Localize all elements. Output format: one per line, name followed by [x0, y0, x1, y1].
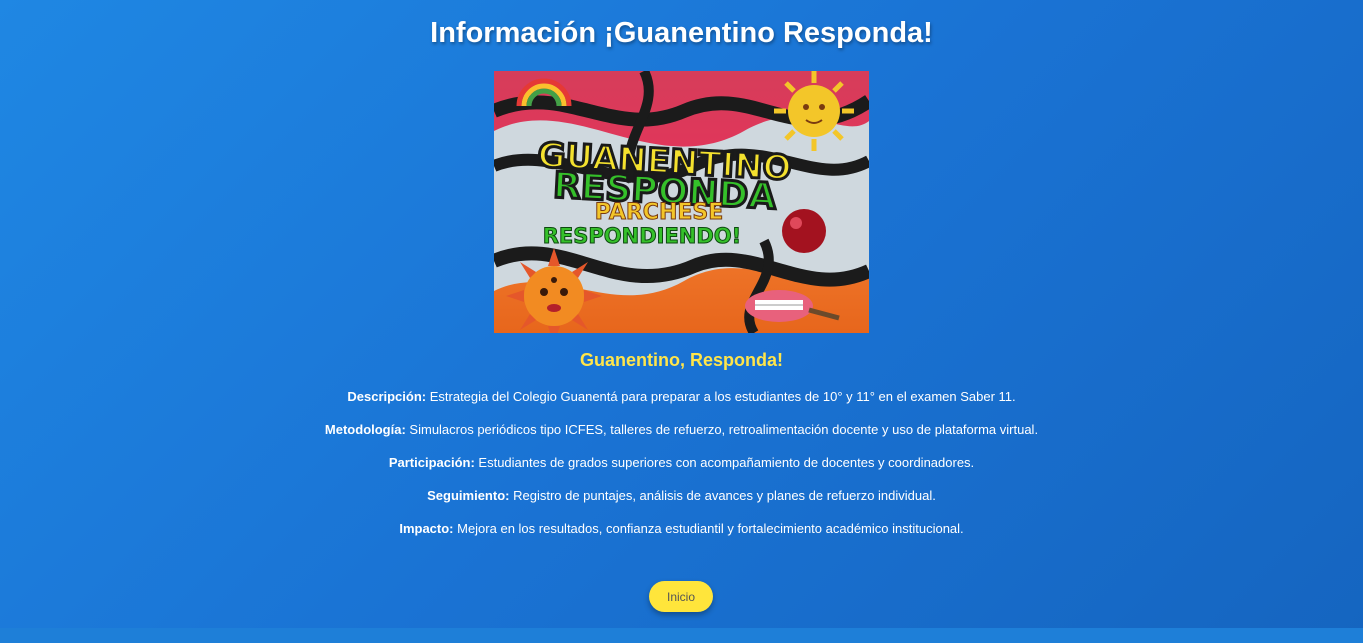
- detail-label: Impacto:: [399, 521, 454, 536]
- detail-text: Registro de puntajes, análisis de avance…: [509, 488, 936, 503]
- detail-label: Participación:: [388, 455, 475, 470]
- detail-label: Metodología:: [324, 422, 406, 437]
- program-poster-image: GUANENTINO RESPONDA PARCHESE RESPONDIEND…: [494, 71, 869, 333]
- detail-tracking: Seguimiento: Registro de puntajes, análi…: [0, 487, 1363, 504]
- footer-strip: [0, 628, 1363, 643]
- svg-text:RESPONDIENDO!: RESPONDIENDO!: [543, 224, 742, 248]
- svg-text:PARCHESE: PARCHESE: [595, 200, 724, 225]
- detail-text: Estudiantes de grados superiores con aco…: [474, 455, 975, 470]
- page: Información ¡Guanentino Responda! GUANEN…: [0, 0, 1363, 628]
- detail-text: Mejora en los resultados, confianza estu…: [453, 521, 964, 536]
- detail-label: Descripción:: [347, 389, 427, 404]
- page-title: Información ¡Guanentino Responda!: [430, 17, 933, 49]
- detail-text: Simulacros periódicos tipo ICFES, taller…: [405, 422, 1039, 437]
- detail-methodology: Metodología: Simulacros periódicos tipo …: [0, 421, 1363, 438]
- detail-impact: Impacto: Mejora en los resultados, confi…: [0, 520, 1363, 537]
- detail-label: Seguimiento:: [427, 488, 510, 503]
- home-button[interactable]: Inicio: [649, 581, 713, 612]
- detail-description: Descripción: Estrategia del Colegio Guan…: [0, 388, 1363, 405]
- program-name: Guanentino, Responda!: [579, 350, 783, 370]
- detail-participation: Participación: Estudiantes de grados sup…: [0, 454, 1363, 471]
- detail-text: Estrategia del Colegio Guanentá para pre…: [426, 389, 1016, 404]
